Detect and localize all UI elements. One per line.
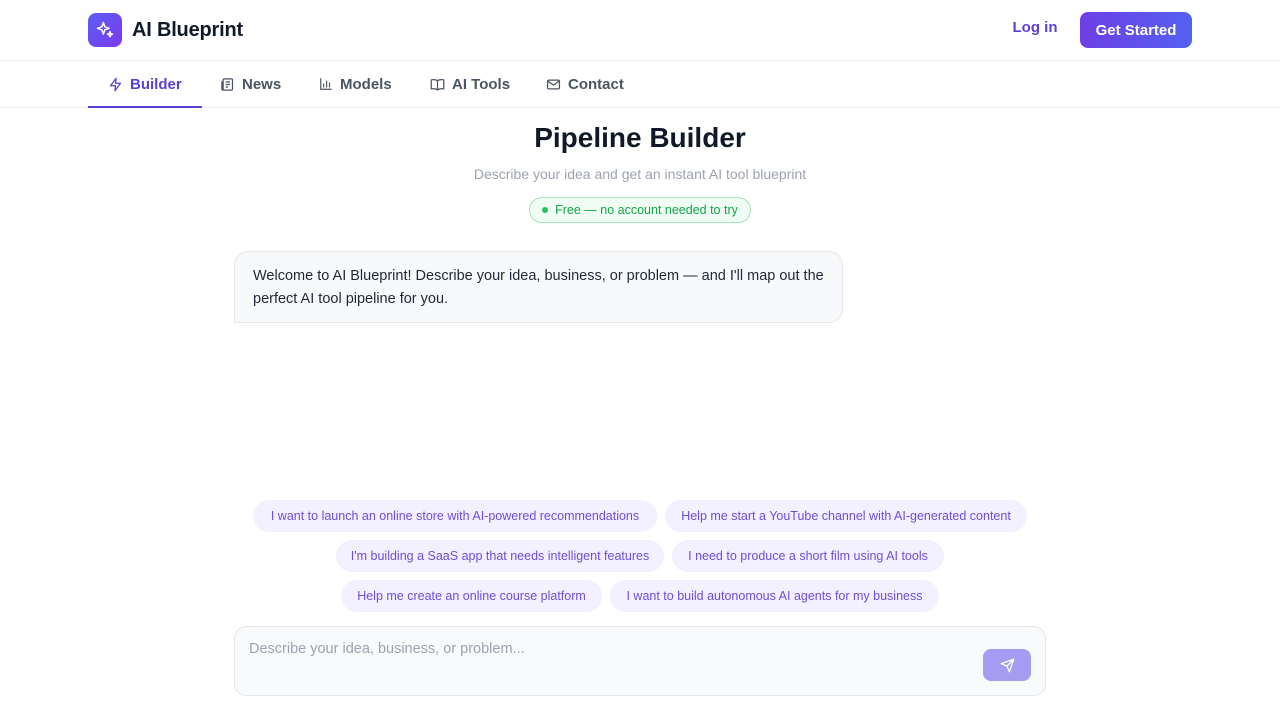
suggestion-chip[interactable]: Help me start a YouTube channel with AI-…: [665, 500, 1027, 532]
suggestion-chip[interactable]: I need to produce a short film using AI …: [672, 540, 944, 572]
tab-contact[interactable]: Contact: [546, 61, 624, 107]
tab-label: News: [242, 75, 282, 93]
tab-label: Models: [340, 75, 392, 93]
message-composer: [234, 626, 1046, 696]
brand-name: AI Blueprint: [132, 18, 243, 41]
main-nav: Builder News Models AI Tools Contact: [0, 61, 1280, 108]
book-icon: [430, 78, 445, 90]
newspaper-icon: [221, 77, 234, 91]
status-dot-icon: [542, 207, 549, 213]
tab-models[interactable]: Models: [319, 61, 392, 107]
assistant-welcome-message: Welcome to AI Blueprint! Describe your i…: [234, 251, 843, 323]
sparkles-icon: [88, 13, 122, 47]
suggestion-chip[interactable]: I'm building a SaaS app that needs intel…: [336, 540, 664, 572]
suggestion-chip[interactable]: I want to launch an online store with AI…: [253, 500, 657, 532]
suggestion-chip[interactable]: Help me create an online course platform: [341, 580, 602, 612]
mail-icon: [546, 79, 561, 89]
tab-news[interactable]: News: [220, 61, 281, 107]
tab-ai-tools[interactable]: AI Tools: [430, 61, 510, 107]
free-badge: Free — no account needed to try: [529, 197, 751, 223]
get-started-button[interactable]: Get Started: [1080, 12, 1192, 48]
suggestion-chip[interactable]: I want to build autonomous AI agents for…: [610, 580, 939, 612]
page-subtitle: Describe your idea and get an instant AI…: [473, 166, 807, 182]
bar-chart-icon: [320, 78, 332, 90]
bolt-icon: [109, 77, 122, 91]
tab-label: AI Tools: [452, 75, 511, 93]
send-icon: [1000, 658, 1014, 672]
tab-label: Contact: [568, 75, 624, 93]
send-button[interactable]: [983, 649, 1031, 681]
tab-builder[interactable]: Builder: [88, 61, 202, 108]
login-link[interactable]: Log in: [1000, 19, 1070, 36]
top-header: AI Blueprint Log in Get Started: [0, 0, 1280, 61]
badge-label: Free — no account needed to try: [555, 203, 738, 217]
tab-label: Builder: [130, 75, 182, 93]
brand-logo[interactable]: AI Blueprint: [88, 13, 243, 47]
page-title: Pipeline Builder: [534, 122, 746, 153]
idea-input[interactable]: [249, 641, 969, 685]
